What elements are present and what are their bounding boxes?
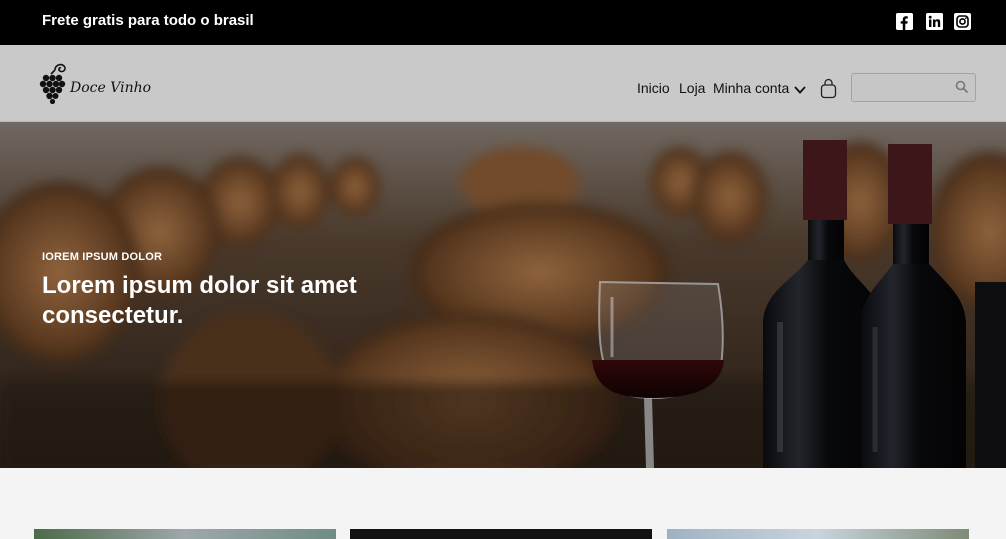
logo[interactable]: Doce Vinho	[37, 62, 152, 106]
linkedin-icon[interactable]	[926, 13, 943, 30]
search-box[interactable]	[851, 73, 976, 102]
search-input[interactable]	[852, 74, 952, 101]
shopping-bag-icon[interactable]	[820, 78, 837, 104]
chevron-down-icon[interactable]	[794, 82, 806, 100]
nav-minha-conta[interactable]: Minha conta	[713, 80, 789, 96]
product-card-3[interactable]	[667, 529, 969, 539]
free-shipping-text: Frete gratis para todo o brasil	[42, 12, 254, 29]
product-card-2[interactable]	[350, 529, 652, 539]
nav-inicio[interactable]: Inicio	[637, 80, 670, 96]
hero-headline: Lorem ipsum dolor sit amet consectetur.	[42, 272, 357, 329]
instagram-icon[interactable]	[954, 13, 971, 30]
hero-banner: IOREM IPSUM DOLOR Lorem ipsum dolor sit …	[0, 122, 1006, 468]
product-card-1[interactable]	[34, 529, 336, 539]
nav-loja[interactable]: Loja	[679, 80, 705, 96]
site-header: Doce Vinho Inicio Loja Minha conta	[0, 45, 1006, 122]
logo-text: Doce Vinho	[70, 80, 152, 96]
hero-eyebrow: IOREM IPSUM DOLOR	[42, 251, 163, 263]
search-icon[interactable]	[955, 80, 969, 99]
top-announcement-bar: Frete gratis para todo o brasil	[0, 0, 1006, 45]
facebook-icon[interactable]	[896, 13, 913, 30]
grape-icon	[39, 63, 66, 105]
